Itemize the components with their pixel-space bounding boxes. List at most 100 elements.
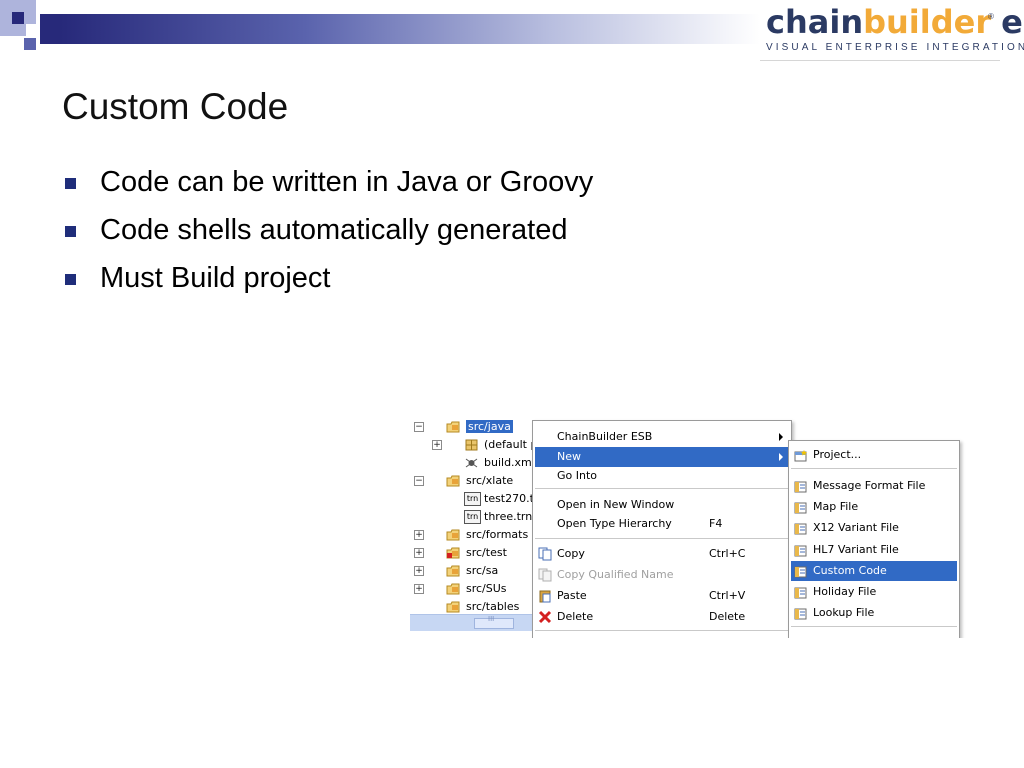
tree-item-label: src/sa [466, 564, 499, 577]
menu-item-copy-qualified-name: Copy Qualified Name [535, 565, 789, 585]
hl7-variant-file-icon [794, 544, 808, 557]
tree-item-label: src/xlate [466, 474, 514, 487]
menu-item-label: Delete [557, 610, 594, 623]
logo-registered-mark: ® [988, 12, 994, 21]
menu-item-new[interactable]: New [535, 447, 789, 467]
menu-item-shortcut: Delete [709, 610, 746, 623]
trn-file-icon: trn [464, 492, 481, 506]
decor-square [24, 38, 36, 50]
menu-item-shortcut: F4 [709, 517, 723, 530]
new-item-hl7-variant-file[interactable]: HL7 Variant File [791, 540, 957, 560]
expand-icon[interactable]: + [414, 584, 424, 594]
tree-item[interactable]: trn three.trn [410, 508, 550, 526]
menu-item-label: New [557, 450, 581, 463]
square-bullet-icon [65, 274, 76, 285]
tree-item[interactable]: + (default p [410, 436, 550, 454]
new-item-holiday-file[interactable]: Holiday File [791, 582, 957, 602]
slide-header: chainbuilder esb ® VISUAL ENTERPRISE INTE… [0, 0, 1024, 62]
tree-item-label: src/java [466, 420, 513, 433]
custom-code-icon [794, 565, 808, 578]
tree-item-label: src/test [466, 546, 507, 559]
new-item-lookup-file[interactable]: Lookup File [791, 603, 957, 623]
map-file-icon [794, 501, 808, 514]
menu-item-paste[interactable]: Paste Ctrl+V [535, 586, 789, 606]
menu-item-label: Paste [557, 589, 587, 602]
decor-square [40, 14, 60, 44]
new-submenu: Project... Message Format File Map File X12… [788, 440, 960, 638]
tree-item[interactable]: build.xml [410, 454, 550, 472]
trn-file-icon: trn [464, 510, 481, 524]
expand-icon[interactable]: + [432, 440, 442, 450]
bullet-item: Code shells automatically generated [62, 208, 593, 256]
collapse-icon[interactable]: − [414, 422, 424, 432]
menu-item-delete[interactable]: Delete Delete [535, 607, 789, 627]
tree-item[interactable]: + src/sa [410, 562, 550, 580]
menu-item-label: Open in New Window [557, 498, 675, 511]
horizontal-scrollbar[interactable]: III [410, 614, 532, 631]
menu-item-label: Open Type Hierarchy [557, 517, 672, 530]
expand-icon[interactable]: + [414, 566, 424, 576]
submenu-item-label: Project... [813, 448, 862, 461]
submenu-item-label: X12 Variant File [813, 521, 899, 534]
menu-item-go-into[interactable]: Go Into [535, 466, 789, 486]
submenu-item-label: Lookup File [813, 606, 875, 619]
tree-item-label: src/SUs [466, 582, 507, 595]
scrollbar-thumb[interactable]: III [474, 615, 514, 629]
slide-title: Custom Code [62, 86, 289, 127]
tree-item-label: src/tables [466, 600, 520, 613]
bullet-item: Code can be written in Java or Groovy [62, 160, 593, 208]
source-folder-icon [446, 601, 461, 613]
copy-qualified-name-icon [538, 568, 552, 582]
header-gradient-bar [60, 14, 760, 44]
new-project-icon [794, 449, 808, 462]
submenu-item-label: Map File [813, 500, 859, 513]
holiday-file-icon [794, 586, 808, 599]
expand-icon[interactable]: + [414, 530, 424, 540]
bullet-text: Code shells automatically generated [100, 214, 568, 246]
menu-item-chainbuilder-esb[interactable]: ChainBuilder ESB [535, 427, 789, 447]
ide-screenshot: − src/java + (default p build.xml − src/xlate t… [410, 418, 966, 638]
scrollbar-grip: III [488, 615, 495, 623]
menu-item-label: Copy Qualified Name [557, 568, 674, 581]
paste-icon [538, 589, 552, 603]
logo-word-chain: chain [766, 3, 864, 41]
tree-item-label: src/formats [466, 528, 529, 541]
submenu-arrow-icon [779, 433, 783, 441]
bullet-text: Must Build project [100, 262, 331, 294]
menu-item-open-type-hierarchy[interactable]: Open Type Hierarchy F4 [535, 514, 789, 534]
x12-variant-file-icon [794, 522, 808, 535]
source-folder-icon [446, 529, 461, 541]
tree-item-label: (default p [484, 438, 538, 451]
logo-word-esb: esb [1001, 3, 1024, 41]
menu-separator [791, 626, 957, 627]
bullet-text: Code can be written in Java or Groovy [100, 166, 594, 198]
menu-item-label: Copy [557, 547, 585, 560]
decor-square [12, 12, 24, 24]
tree-item[interactable]: + src/SUs [410, 580, 550, 598]
tree-item[interactable]: − src/java [410, 418, 550, 436]
square-bullet-icon [65, 226, 76, 237]
menu-item-copy[interactable]: Copy Ctrl+C [535, 544, 789, 564]
new-item-x12-variant-file[interactable]: X12 Variant File [791, 518, 957, 538]
new-item-custom-code[interactable]: Custom Code [791, 561, 957, 581]
package-explorer-tree: − src/java + (default p build.xml − src/xlate t… [410, 418, 537, 638]
tree-item[interactable]: + src/formats [410, 526, 550, 544]
tree-item[interactable]: − src/xlate [410, 472, 550, 490]
delete-icon [538, 610, 552, 624]
source-folder-error-icon [446, 547, 461, 559]
new-item-map-file[interactable]: Map File [791, 497, 957, 517]
new-item-project[interactable]: Project... [791, 445, 957, 465]
expand-icon[interactable]: + [414, 548, 424, 558]
square-bullet-icon [65, 178, 76, 189]
tree-item[interactable]: trn test270.t [410, 490, 550, 508]
menu-item-label: ChainBuilder ESB [557, 430, 653, 443]
source-folder-icon [446, 421, 461, 433]
new-item-message-format-file[interactable]: Message Format File [791, 476, 957, 496]
copy-icon [538, 547, 552, 561]
collapse-icon[interactable]: − [414, 476, 424, 486]
menu-item-open-in-new-window[interactable]: Open in New Window [535, 495, 789, 515]
tree-item[interactable]: + src/test [410, 544, 550, 562]
logo-word-builder: builder [863, 3, 992, 41]
bullet-list: Code can be written in Java or Groovy Co… [62, 160, 593, 304]
submenu-item-label: Holiday File [813, 585, 877, 598]
